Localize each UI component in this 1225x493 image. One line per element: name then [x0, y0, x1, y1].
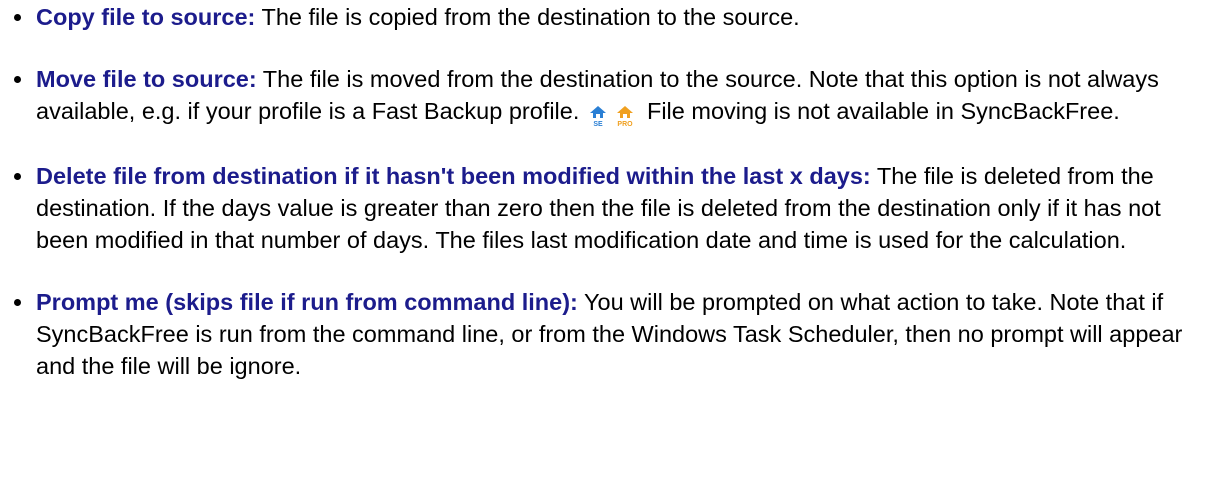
option-term: Copy file to source:	[36, 4, 256, 30]
bullet-icon	[14, 14, 21, 21]
list-item-move-to-source: Move file to source: The file is moved f…	[0, 63, 1225, 130]
option-description-continued: File moving is not available in SyncBack…	[640, 98, 1120, 124]
syncback-pro-icon: PRO	[617, 105, 634, 127]
help-option-list: Copy file to source: The file is copied …	[0, 1, 1225, 382]
option-term: Prompt me (skips file if run from comman…	[36, 289, 578, 315]
bullet-icon	[14, 173, 21, 180]
bullet-icon	[14, 76, 21, 83]
svg-text:PRO: PRO	[618, 121, 634, 127]
option-term: Delete file from destination if it hasn'…	[36, 163, 871, 189]
option-term: Move file to source:	[36, 66, 257, 92]
bullet-icon	[14, 299, 21, 306]
edition-icons: SE PRO	[588, 98, 637, 130]
list-item-delete-from-destination: Delete file from destination if it hasn'…	[0, 160, 1225, 256]
list-item-copy-to-source: Copy file to source: The file is copied …	[0, 1, 1225, 33]
svg-text:SE: SE	[593, 121, 603, 127]
list-item-prompt-me: Prompt me (skips file if run from comman…	[0, 286, 1225, 382]
option-description: The file is copied from the destination …	[255, 4, 800, 30]
syncback-se-icon: SE	[589, 105, 606, 127]
